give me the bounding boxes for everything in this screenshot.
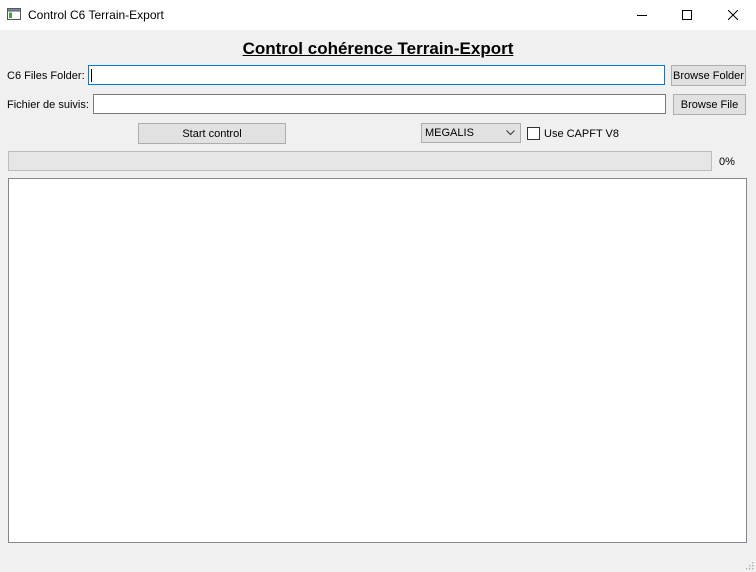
title-bar[interactable]: Control C6 Terrain-Export (0, 0, 756, 30)
minimize-icon (637, 15, 647, 16)
close-button[interactable] (710, 0, 756, 30)
tracking-file-label: Fichier de suivis: (7, 99, 89, 111)
page-title: Control cohérence Terrain-Export (242, 39, 514, 58)
progress-bar (8, 151, 712, 171)
text-caret (91, 69, 92, 82)
capft-label: Use CAPFT V8 (544, 128, 619, 140)
resize-grip-icon[interactable] (744, 560, 754, 570)
profile-selected-value: MEGALIS (425, 127, 474, 139)
tracking-file-input[interactable] (93, 94, 666, 114)
app-icon (7, 8, 21, 20)
capft-checkbox[interactable] (527, 127, 540, 140)
profile-select[interactable]: MEGALIS (421, 123, 521, 143)
c6-folder-label: C6 Files Folder: (7, 70, 85, 82)
start-control-button[interactable]: Start control (138, 123, 286, 144)
browse-file-button[interactable]: Browse File (673, 94, 746, 115)
c6-folder-input[interactable] (88, 65, 665, 85)
minimize-button[interactable] (619, 0, 665, 30)
maximize-icon (682, 10, 692, 20)
close-icon (728, 10, 738, 20)
browse-folder-button[interactable]: Browse Folder (671, 65, 746, 86)
chevron-down-icon (506, 130, 515, 136)
window-title: Control C6 Terrain-Export (28, 8, 164, 22)
maximize-button[interactable] (664, 0, 710, 30)
log-output[interactable] (8, 178, 747, 543)
progress-percent: 0% (719, 156, 735, 168)
